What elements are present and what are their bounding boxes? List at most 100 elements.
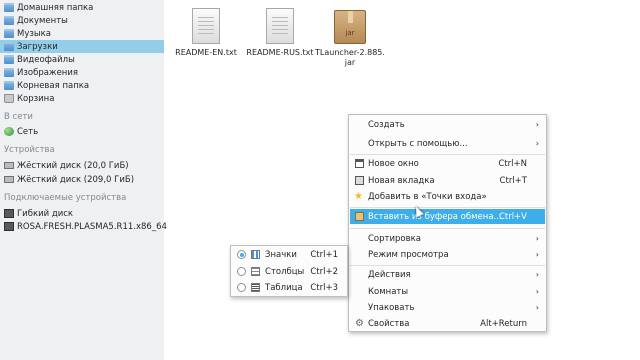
menu-label: Комнаты	[368, 286, 409, 297]
place-label: Загрузки	[17, 41, 58, 52]
menu-item-add-to-places[interactable]: ★ Добавить в «Точки входа»	[350, 189, 545, 204]
network-icon	[4, 127, 14, 136]
place-pictures[interactable]: Изображения	[0, 66, 164, 79]
paste-icon	[355, 212, 364, 221]
new-window-icon	[355, 159, 364, 168]
root-folder-icon	[4, 81, 14, 90]
chevron-right-icon: ›	[535, 270, 539, 279]
menu-separator	[350, 207, 545, 208]
trash-icon	[4, 94, 14, 103]
floppy-disk-icon	[4, 209, 14, 218]
file-item[interactable]: README-RUS.txt	[240, 0, 320, 58]
menu-item-properties[interactable]: ⚙ Свойства Alt+Return	[350, 316, 545, 331]
menu-shortcut: Ctrl+N	[498, 158, 527, 169]
compact-view-icon	[251, 267, 260, 276]
place-label: Корзина	[17, 93, 55, 104]
details-view-icon	[251, 283, 260, 292]
place-root[interactable]: Корневая папка	[0, 79, 164, 92]
place-music[interactable]: Музыка	[0, 27, 164, 40]
downloads-folder-icon	[4, 42, 14, 51]
view-mode-submenu: Значки Ctrl+1 Столбцы Ctrl+2 Таблица Ctrl+3	[230, 245, 348, 297]
place-label: Видеофайлы	[17, 54, 75, 65]
jar-archive-icon: jar	[334, 10, 366, 44]
new-tab-icon	[355, 176, 364, 185]
radio-unchecked-icon	[237, 267, 246, 276]
file-item[interactable]: README-EN.txt	[166, 0, 246, 58]
menu-shortcut: Ctrl+3	[310, 282, 338, 293]
chevron-right-icon: ›	[535, 234, 539, 243]
menu-item-create[interactable]: Создать ›	[350, 117, 545, 132]
menu-item-paste[interactable]: Вставить из буфера обмена... Ctrl+V	[350, 209, 545, 224]
view-mode-details[interactable]: Таблица Ctrl+3	[232, 280, 346, 295]
menu-item-activities[interactable]: Комнаты ›	[350, 284, 545, 299]
place-label: Домашняя папка	[17, 2, 94, 13]
menu-item-arrange[interactable]: Упаковать ›	[350, 300, 545, 315]
device-floppy[interactable]: Гибкий диск	[0, 207, 164, 220]
place-videos[interactable]: Видеофайлы	[0, 53, 164, 66]
chevron-right-icon: ›	[535, 250, 539, 259]
menu-separator	[350, 228, 545, 229]
device-label: ROSA.FRESH.PLASMA5.R11.x86_64	[17, 221, 167, 232]
pictures-folder-icon	[4, 68, 14, 77]
menu-label: Новая вкладка	[368, 175, 435, 186]
jar-badge: jar	[345, 29, 355, 37]
hard-disk-icon	[4, 176, 14, 183]
menu-item-new-window[interactable]: Новое окно Ctrl+N	[350, 156, 545, 171]
device-hard-disk-20[interactable]: Жёсткий диск (20,0 ГиБ)	[0, 159, 164, 172]
place-home[interactable]: Домашняя папка	[0, 1, 164, 14]
menu-item-sort[interactable]: Сортировка ›	[350, 231, 545, 246]
menu-label: Свойства	[368, 318, 410, 329]
device-label: Гибкий диск	[17, 208, 74, 219]
menu-shortcut: Ctrl+V	[498, 211, 527, 222]
context-menu: Создать › Открыть с помощью... › Новое окн…	[348, 114, 547, 332]
section-header-devices: Устройства	[4, 145, 55, 155]
text-file-icon	[266, 8, 294, 44]
menu-separator	[350, 154, 545, 155]
menu-item-new-tab[interactable]: Новая вкладка Ctrl+T	[350, 173, 545, 188]
radio-checked-icon	[237, 250, 246, 259]
view-mode-icons[interactable]: Значки Ctrl+1	[232, 247, 346, 262]
section-header-remote: В сети	[4, 112, 33, 122]
menu-label: Упаковать	[368, 302, 415, 313]
menu-label: Таблица	[265, 282, 303, 293]
place-network[interactable]: Сеть	[0, 125, 164, 138]
hard-disk-icon	[4, 162, 14, 169]
home-folder-icon	[4, 3, 14, 12]
device-usb-rosa[interactable]: ROSA.FRESH.PLASMA5.R11.x86_64	[0, 220, 167, 233]
menu-item-actions[interactable]: Действия ›	[350, 267, 545, 282]
menu-shortcut: Ctrl+2	[310, 266, 338, 277]
device-label: Жёсткий диск (209,0 ГиБ)	[17, 174, 135, 185]
menu-shortcut: Ctrl+T	[499, 175, 527, 186]
star-icon: ★	[354, 191, 363, 202]
place-label: Изображения	[17, 67, 79, 78]
place-downloads[interactable]: Загрузки	[0, 40, 164, 53]
file-item[interactable]: jar TLauncher-2.885. jar	[310, 0, 390, 68]
menu-label: Открыть с помощью...	[368, 138, 468, 149]
place-label: Сеть	[17, 126, 39, 137]
view-mode-compact[interactable]: Столбцы Ctrl+2	[232, 264, 346, 279]
menu-label: Сортировка	[368, 233, 421, 244]
gear-icon: ⚙	[355, 318, 364, 329]
menu-label: Новое окно	[368, 158, 419, 169]
place-label: Корневая папка	[17, 80, 90, 91]
chevron-right-icon: ›	[535, 303, 539, 312]
chevron-right-icon: ›	[535, 287, 539, 296]
menu-label: Столбцы	[265, 266, 305, 277]
place-trash[interactable]: Корзина	[0, 92, 164, 105]
menu-label: Создать	[368, 119, 405, 130]
place-label: Документы	[17, 15, 68, 26]
usb-drive-icon	[4, 222, 14, 231]
menu-item-view-mode[interactable]: Режим просмотра ›	[350, 247, 545, 262]
icons-view-icon	[251, 250, 260, 259]
menu-item-open-with[interactable]: Открыть с помощью... ›	[350, 136, 545, 151]
section-header-removable: Подключаемые устройства	[4, 193, 127, 203]
music-folder-icon	[4, 29, 14, 38]
text-file-icon	[192, 8, 220, 44]
chevron-right-icon: ›	[535, 120, 539, 129]
menu-label: Добавить в «Точки входа»	[368, 191, 487, 202]
place-documents[interactable]: Документы	[0, 14, 164, 27]
menu-shortcut: Alt+Return	[480, 318, 527, 329]
menu-label: Значки	[265, 249, 297, 260]
device-hard-disk-209[interactable]: Жёсткий диск (209,0 ГиБ)	[0, 173, 164, 186]
chevron-right-icon: ›	[535, 139, 539, 148]
